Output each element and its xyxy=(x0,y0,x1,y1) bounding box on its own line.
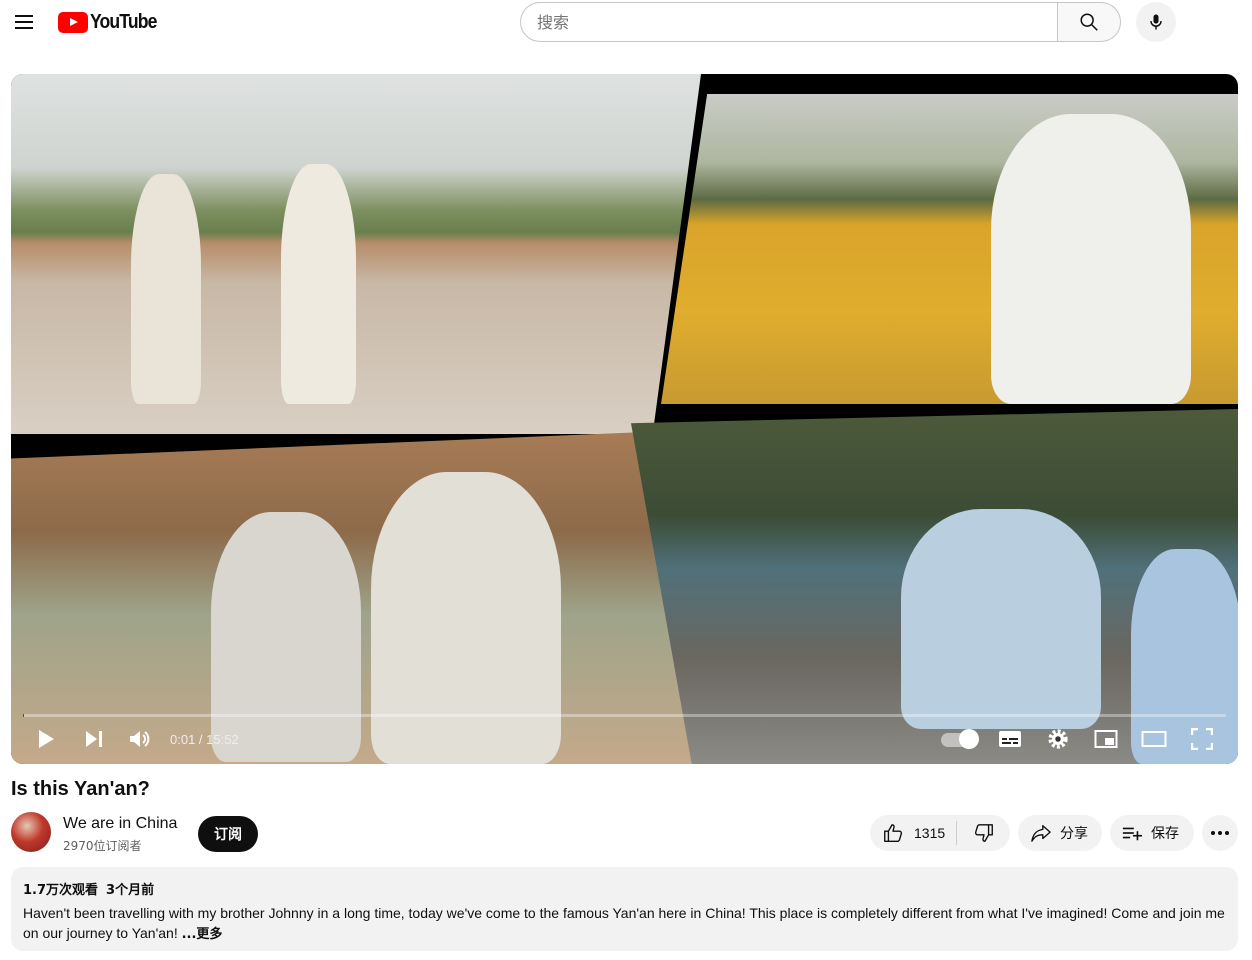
next-icon xyxy=(86,731,102,747)
settings-button[interactable] xyxy=(1045,724,1071,754)
person-figure xyxy=(131,174,201,404)
like-count: 1315 xyxy=(914,825,946,841)
save-playlist-icon xyxy=(1122,827,1142,841)
channel-avatar[interactable] xyxy=(11,812,51,852)
description-meta: 1.7万次观看 3个月前 xyxy=(23,879,1226,898)
view-count: 1.7万次观看 xyxy=(23,883,99,898)
search-button[interactable] xyxy=(1057,2,1121,42)
video-frame-panel xyxy=(631,409,1238,764)
fullscreen-icon xyxy=(1191,728,1213,750)
video-frame-panel xyxy=(11,74,701,434)
fullscreen-button[interactable] xyxy=(1189,724,1215,754)
search-bar xyxy=(520,2,1121,42)
search-input[interactable] xyxy=(520,2,1057,42)
subscriber-count: 2970位订阅者 xyxy=(63,839,142,853)
top-header: YouTube xyxy=(0,0,1252,44)
search-icon xyxy=(1080,13,1098,31)
save-label: 保存 xyxy=(1151,826,1179,842)
video-frame-panel xyxy=(661,94,1238,404)
more-horizontal-icon xyxy=(1211,831,1229,835)
youtube-play-icon xyxy=(58,11,88,33)
volume-icon xyxy=(130,731,150,747)
menu-icon[interactable] xyxy=(6,4,42,40)
progress-fill xyxy=(23,714,25,717)
thumbs-up-icon xyxy=(884,824,903,842)
progress-bar[interactable] xyxy=(23,714,1226,717)
miniplayer-icon xyxy=(1094,730,1118,748)
save-button[interactable]: 保存 xyxy=(1110,815,1194,851)
upload-date: 3个月前 xyxy=(106,883,155,898)
dislike-button[interactable] xyxy=(957,815,1010,851)
channel-name[interactable]: We are in China xyxy=(63,815,177,833)
player-controls: 0:01 / 15:52 xyxy=(11,724,1238,754)
subscribe-button[interactable]: 订阅 xyxy=(198,816,258,852)
theater-mode-button[interactable] xyxy=(1141,724,1167,754)
volume-button[interactable] xyxy=(127,724,153,754)
play-button[interactable] xyxy=(33,724,59,754)
description-box[interactable]: 1.7万次观看 3个月前 Haven't been travelling with… xyxy=(11,867,1238,951)
person-figure xyxy=(991,114,1191,404)
like-dislike-group: 1315 xyxy=(870,815,1010,851)
miniplayer-button[interactable] xyxy=(1093,724,1119,754)
subtitles-button[interactable] xyxy=(997,724,1023,754)
theater-icon xyxy=(1141,731,1167,747)
next-button[interactable] xyxy=(81,724,107,754)
like-button[interactable]: 1315 xyxy=(870,815,956,851)
mic-icon xyxy=(1150,14,1162,30)
time-display: 0:01 / 15:52 xyxy=(170,732,239,747)
more-actions-button[interactable] xyxy=(1202,815,1238,851)
thumbs-down-icon xyxy=(974,824,993,842)
description-text: Haven't been travelling with my brother … xyxy=(23,903,1226,945)
video-player[interactable]: 0:01 / 15:52 xyxy=(11,74,1238,764)
person-figure xyxy=(371,472,561,764)
voice-search-button[interactable] xyxy=(1136,2,1176,42)
youtube-logo[interactable]: YouTube xyxy=(58,10,166,34)
video-title: Is this Yan'an? xyxy=(11,778,150,800)
subtitles-icon xyxy=(999,731,1021,747)
show-more-link[interactable]: ...更多 xyxy=(182,927,223,942)
person-figure xyxy=(281,164,356,404)
person-figure xyxy=(901,509,1101,729)
settings-icon xyxy=(1048,729,1068,749)
share-icon xyxy=(1031,825,1051,842)
share-button[interactable]: 分享 xyxy=(1018,815,1102,851)
logo-text: YouTube xyxy=(90,10,157,33)
autoplay-toggle[interactable] xyxy=(941,729,979,749)
play-icon xyxy=(39,730,54,748)
share-label: 分享 xyxy=(1060,826,1088,842)
